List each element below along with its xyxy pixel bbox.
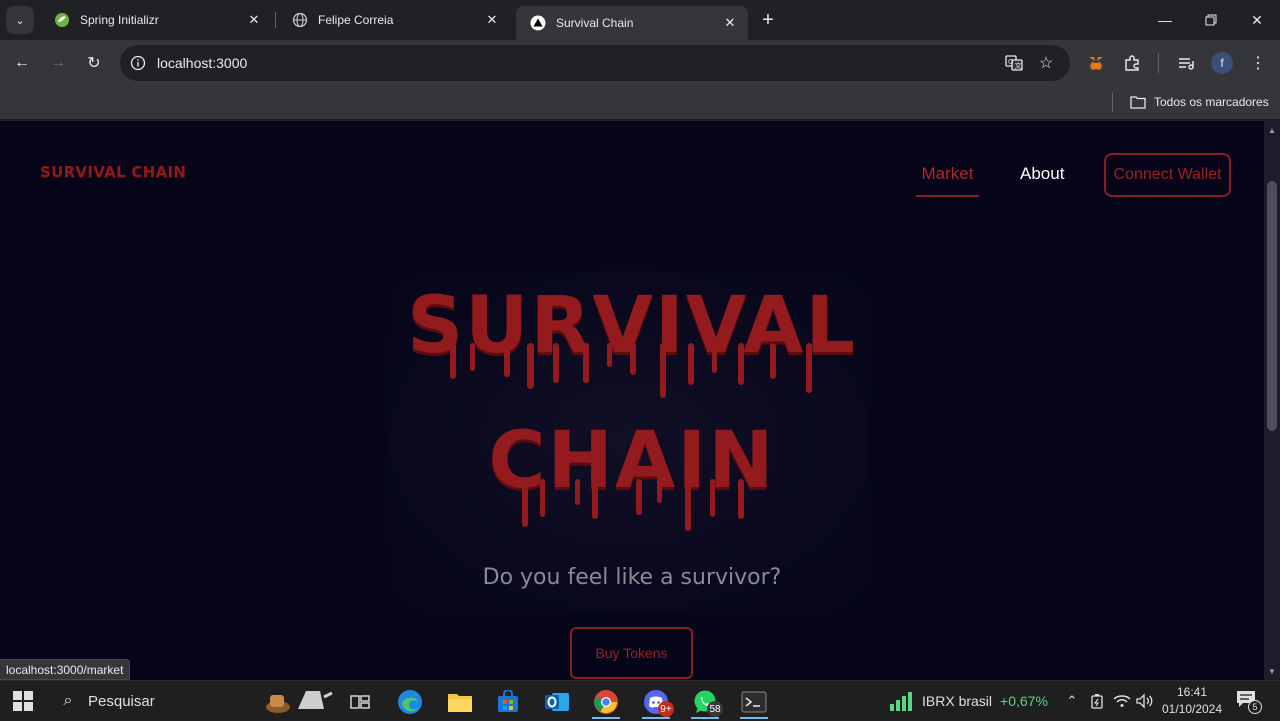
svg-text:G: G: [1008, 58, 1013, 66]
file-explorer-icon[interactable]: [440, 685, 480, 719]
address-bar[interactable]: localhost:3000 G文 ☆: [120, 45, 1070, 81]
microsoft-store-icon[interactable]: [488, 685, 528, 719]
close-icon: ✕: [1251, 11, 1263, 28]
arrow-left-icon: ←: [14, 54, 30, 71]
translate-icon[interactable]: G文: [1004, 53, 1024, 73]
spring-icon: [54, 12, 70, 28]
scroll-down-arrow-icon[interactable]: ▼: [1264, 664, 1280, 678]
chrome-icon[interactable]: [586, 685, 626, 719]
scroll-up-arrow-icon[interactable]: ▲: [1264, 123, 1280, 137]
site-info-icon[interactable]: [128, 53, 148, 73]
tab-title: Spring Initializr: [80, 13, 159, 27]
whatsapp-badge: 58: [707, 701, 723, 717]
triangle-icon: [530, 15, 546, 31]
tab-search-button[interactable]: ⌄: [6, 6, 34, 34]
windows-start-icon[interactable]: [12, 690, 34, 712]
back-button[interactable]: ←: [8, 49, 36, 77]
close-icon[interactable]: ✕: [720, 13, 740, 33]
stock-ticker-widget[interactable]: IBRX brasil +0,67%: [888, 681, 1048, 721]
battery-plug-icon[interactable]: [1087, 691, 1107, 711]
plus-icon: +: [762, 8, 774, 31]
volume-icon[interactable]: [1135, 691, 1155, 711]
toolbar-separator: [1158, 53, 1159, 73]
restore-button[interactable]: [1188, 0, 1234, 40]
notification-count: 5: [1248, 700, 1262, 714]
tab-title: Survival Chain: [556, 16, 634, 30]
media-control-icon[interactable]: [1172, 49, 1200, 77]
link-status-bubble: localhost:3000/market: [0, 659, 131, 680]
metamask-extension-icon[interactable]: [1082, 49, 1110, 77]
taskbar-search-placeholder: Pesquisar: [88, 692, 155, 710]
notifications-button[interactable]: 5: [1236, 690, 1262, 714]
tab-strip: ⌄ Spring Initializr ✕ Felipe Correia ✕ S…: [0, 0, 1280, 40]
url-text: localhost:3000: [157, 55, 248, 71]
search-highlight-coffee-icon: [266, 691, 333, 713]
chevron-up-icon[interactable]: ⌃: [1062, 691, 1082, 711]
restore-icon: [1205, 14, 1217, 26]
wifi-icon[interactable]: [1112, 691, 1132, 711]
edge-browser-icon[interactable]: [390, 685, 430, 719]
outlook-icon[interactable]: [537, 685, 577, 719]
all-bookmarks-button[interactable]: Todos os marcadores: [1130, 92, 1269, 112]
clock-time: 16:41: [1176, 685, 1208, 699]
menu-button[interactable]: ⋮: [1244, 49, 1272, 77]
clock-date: 01/10/2024: [1161, 702, 1223, 716]
reload-icon: ↻: [87, 55, 101, 72]
avatar: f: [1211, 52, 1233, 74]
kebab-menu-icon: ⋮: [1250, 55, 1266, 72]
stock-chart-icon: [890, 692, 912, 711]
windows-taskbar: ⌕ Pesquisar 9+ 58 IBRX brasil +0,67% ⌃ 1…: [0, 680, 1280, 720]
terminal-icon[interactable]: [734, 685, 774, 719]
tab-spring-initializr[interactable]: Spring Initializr ✕: [40, 0, 272, 40]
star-icon[interactable]: ☆: [1036, 53, 1056, 73]
page-scrollbar[interactable]: ▲ ▼: [1264, 121, 1280, 680]
tab-title: Felipe Correia: [318, 13, 394, 27]
all-bookmarks-label: Todos os marcadores: [1154, 95, 1269, 109]
browser-toolbar: ← → ↻ localhost:3000 G文 ☆ f ⋮: [0, 40, 1280, 86]
discord-icon[interactable]: 9+: [636, 685, 676, 719]
connect-wallet-button[interactable]: Connect Wallet: [1104, 153, 1231, 197]
whatsapp-icon[interactable]: 58: [685, 685, 725, 719]
nav-about-link[interactable]: About: [1020, 164, 1064, 184]
hero-title-line2: CHAIN: [488, 416, 776, 506]
globe-icon: [292, 12, 308, 28]
hero-subtitle: Do you feel like a survivor?: [482, 565, 782, 590]
svg-text:文: 文: [1015, 61, 1022, 70]
page-viewport: SURVIVAL CHAIN Market About Connect Wall…: [0, 121, 1264, 680]
close-icon[interactable]: ✕: [244, 10, 264, 30]
profile-avatar[interactable]: f: [1208, 49, 1236, 77]
tab-separator: [275, 12, 276, 28]
bookmarks-separator: [1112, 92, 1113, 112]
ticker-name: IBRX brasil: [922, 693, 993, 709]
new-tab-button[interactable]: +: [756, 8, 780, 32]
reload-button[interactable]: ↻: [80, 49, 108, 77]
minimize-icon: —: [1158, 12, 1172, 28]
close-window-button[interactable]: ✕: [1234, 0, 1280, 40]
scrollbar-thumb[interactable]: [1267, 181, 1277, 431]
arrow-right-icon: →: [50, 54, 66, 71]
chevron-down-icon: ⌄: [15, 14, 25, 27]
ticker-change: +0,67%: [1000, 693, 1048, 709]
tab-survival-chain[interactable]: Survival Chain ✕: [516, 6, 748, 40]
site-logo[interactable]: SURVIVAL CHAIN: [40, 163, 186, 181]
folder-icon: [1130, 96, 1146, 109]
taskbar-search-box[interactable]: ⌕ Pesquisar: [48, 681, 338, 721]
tab-felipe-correia[interactable]: Felipe Correia ✕: [278, 0, 510, 40]
minimize-button[interactable]: —: [1142, 0, 1188, 40]
forward-button[interactable]: →: [44, 49, 72, 77]
hero-title-line1: SURVIVAL: [406, 281, 858, 371]
bookmarks-bar: Todos os marcadores: [0, 86, 1280, 120]
buy-tokens-button[interactable]: Buy Tokens: [570, 627, 693, 679]
search-icon: ⌕: [63, 692, 73, 709]
system-clock[interactable]: 16:41 01/10/2024: [1160, 684, 1224, 718]
extensions-icon[interactable]: [1118, 49, 1146, 77]
close-icon[interactable]: ✕: [482, 10, 502, 30]
discord-badge: 9+: [658, 701, 674, 717]
task-view-icon[interactable]: [340, 685, 380, 719]
nav-market-link[interactable]: Market: [916, 164, 979, 197]
